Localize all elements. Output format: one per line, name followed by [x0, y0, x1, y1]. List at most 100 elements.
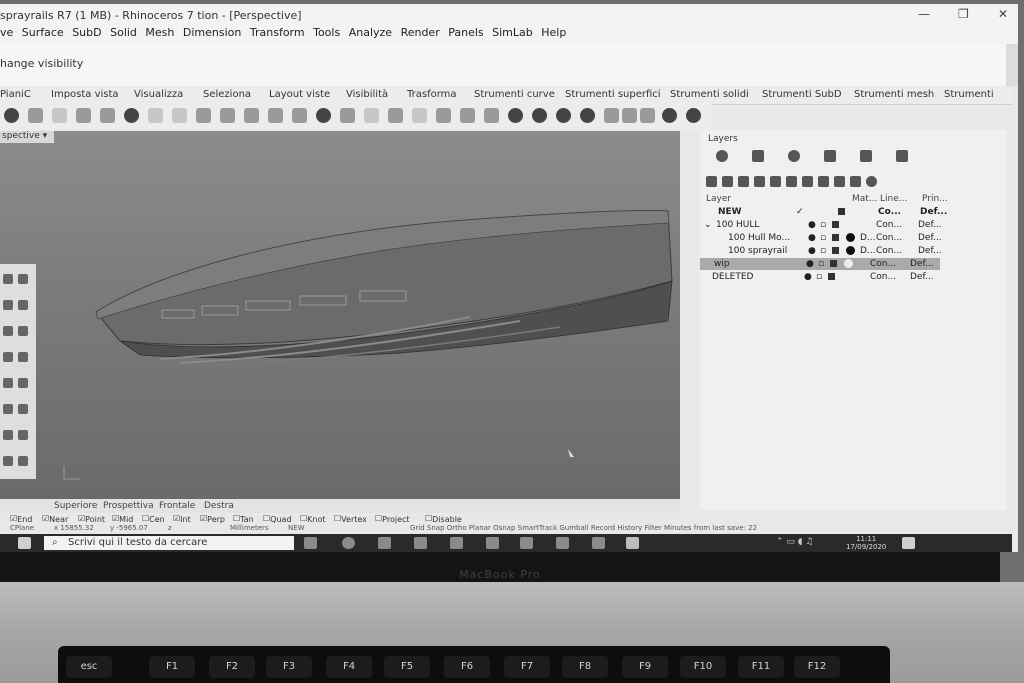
menu-tools[interactable]: Tools: [313, 26, 340, 39]
layer-row[interactable]: 100 sprayrail ● ▫ D... Con... Def...: [700, 245, 942, 257]
move-out-icon[interactable]: [786, 176, 797, 187]
command-scrollbar[interactable]: [1006, 44, 1018, 86]
tab-visualizza[interactable]: Visualizza: [134, 89, 183, 100]
tab-layout-viste[interactable]: Layout viste: [269, 89, 330, 100]
taskbar-search[interactable]: ⌕ Scrivi qui il testo da cercare: [44, 536, 294, 550]
polygon-tool-icon[interactable]: [3, 326, 13, 336]
osnap-int[interactable]: ☑ Int: [173, 514, 191, 524]
tab-visibilita[interactable]: Visibilità: [346, 89, 388, 100]
key-f10[interactable]: F10: [680, 656, 726, 678]
layer-color-swatch[interactable]: [830, 260, 837, 267]
osnap-quad[interactable]: ☐ Quad: [263, 514, 292, 524]
render-tab-icon[interactable]: [788, 150, 800, 162]
col-linetype[interactable]: Line...: [880, 194, 907, 204]
print-icon[interactable]: [4, 108, 19, 123]
lock-icon[interactable]: ▫: [820, 246, 826, 256]
osnap-tan[interactable]: ☐ Tan: [233, 514, 254, 524]
layer-color-swatch[interactable]: [832, 247, 839, 254]
tab-strumenti-superfici[interactable]: Strumenti superfici: [565, 89, 661, 100]
layer-linetype[interactable]: Con...: [876, 233, 902, 243]
render-icon[interactable]: [604, 108, 619, 123]
lock-icon[interactable]: ▫: [816, 272, 822, 282]
layer-row[interactable]: NEW ✓ Co... Def...: [700, 206, 947, 218]
layer-row[interactable]: DELETED ● ▫ Con... Def...: [700, 271, 940, 283]
col-layer[interactable]: Layer: [706, 194, 731, 204]
app-icon[interactable]: [520, 537, 533, 549]
tab-imposta-vista[interactable]: Imposta vista: [51, 89, 119, 100]
layer-linetype[interactable]: Co...: [878, 207, 901, 217]
app-icon[interactable]: [592, 537, 605, 549]
curve-tool-icon[interactable]: [3, 274, 13, 284]
tab-superiore[interactable]: Superiore: [54, 501, 97, 511]
layer-row[interactable]: 100 Hull Mo... ● ▫ D... Con... Def...: [700, 232, 942, 244]
delete-layer-icon[interactable]: [738, 176, 749, 187]
menu-mesh[interactable]: Mesh: [145, 26, 174, 39]
osnap-near[interactable]: ☑ Near: [42, 514, 68, 524]
minimize-button[interactable]: —: [918, 7, 930, 21]
layer-linetype[interactable]: Con...: [876, 220, 902, 230]
dimension-tool-icon[interactable]: [3, 456, 13, 466]
osnap-vertex[interactable]: ☐ Vertex: [334, 514, 367, 524]
rotate-view-icon[interactable]: [292, 108, 307, 123]
layer-print[interactable]: Def...: [920, 207, 947, 217]
key-f8[interactable]: F8: [562, 656, 608, 678]
tab-pianic[interactable]: PianiC: [0, 89, 31, 100]
light-bulb-icon[interactable]: ●: [808, 220, 816, 230]
tools-icon[interactable]: [850, 176, 861, 187]
col-print[interactable]: Prin...: [922, 194, 948, 204]
layer-color-swatch[interactable]: [828, 273, 835, 280]
move-down-icon[interactable]: [770, 176, 781, 187]
layer-color-swatch[interactable]: [832, 221, 839, 228]
layer-print[interactable]: Def...: [910, 259, 934, 269]
analyze-tool-icon[interactable]: [18, 456, 28, 466]
maximize-button[interactable]: ❐: [958, 7, 969, 21]
named-views-icon[interactable]: [340, 108, 355, 123]
layer-row-selected[interactable]: wip ● ▫ Con... Def...: [700, 258, 940, 270]
solid-tool-icon[interactable]: [3, 352, 13, 362]
store-icon[interactable]: [378, 537, 391, 549]
tab-seleziona[interactable]: Seleziona: [203, 89, 251, 100]
taskbar-clock[interactable]: 11:11 17/09/2020: [846, 535, 886, 551]
material-sphere-icon[interactable]: [846, 233, 855, 242]
key-f2[interactable]: F2: [209, 656, 255, 678]
light-bulb-icon[interactable]: ●: [808, 246, 816, 256]
tab-strumenti-solidi[interactable]: Strumenti solidi: [670, 89, 749, 100]
layer-color-swatch[interactable]: [832, 234, 839, 241]
paste-icon[interactable]: [100, 108, 115, 123]
tab-strumenti-subd[interactable]: Strumenti SubD: [762, 89, 842, 100]
key-f1[interactable]: F1: [149, 656, 195, 678]
osnap-end[interactable]: ☑ End: [10, 514, 32, 524]
tab-strumenti[interactable]: Strumenti: [944, 89, 994, 100]
lock-icon[interactable]: [460, 108, 475, 123]
menu-view[interactable]: ve: [0, 26, 13, 39]
tray-icons[interactable]: ⌃ ▭ ◖ ♫: [776, 537, 813, 547]
layout-icon[interactable]: [28, 108, 43, 123]
four-viewports-icon[interactable]: [316, 108, 331, 123]
fillet-tool-icon[interactable]: [3, 404, 13, 414]
filter-icon[interactable]: [818, 176, 829, 187]
layer-print[interactable]: Def...: [918, 246, 942, 256]
display-tab-icon[interactable]: [896, 150, 908, 162]
key-f5[interactable]: F5: [384, 656, 430, 678]
menu-subd[interactable]: SubD: [72, 26, 101, 39]
key-f3[interactable]: F3: [266, 656, 312, 678]
osnap-cen[interactable]: ☐ Cen: [142, 514, 165, 524]
app-icon[interactable]: [486, 537, 499, 549]
material-sphere-icon[interactable]: [844, 259, 853, 268]
menu-transform[interactable]: Transform: [250, 26, 305, 39]
menu-surface[interactable]: Surface: [22, 26, 64, 39]
key-f4[interactable]: F4: [326, 656, 372, 678]
undo-icon[interactable]: [124, 108, 139, 123]
tab-frontale[interactable]: Frontale: [159, 501, 195, 511]
transform-tool-icon[interactable]: [3, 430, 13, 440]
key-f7[interactable]: F7: [504, 656, 550, 678]
key-f9[interactable]: F9: [622, 656, 668, 678]
move-in-icon[interactable]: [802, 176, 813, 187]
move-icon[interactable]: [172, 108, 187, 123]
tab-prospettiva[interactable]: Prospettiva: [103, 501, 154, 511]
key-f11[interactable]: F11: [738, 656, 784, 678]
move-up-icon[interactable]: [754, 176, 765, 187]
light-bulb-icon[interactable]: ●: [806, 259, 814, 269]
cut-icon[interactable]: [52, 108, 67, 123]
status-toggles[interactable]: Grid Snap Ortho Planar Osnap SmartTrack …: [410, 524, 757, 532]
